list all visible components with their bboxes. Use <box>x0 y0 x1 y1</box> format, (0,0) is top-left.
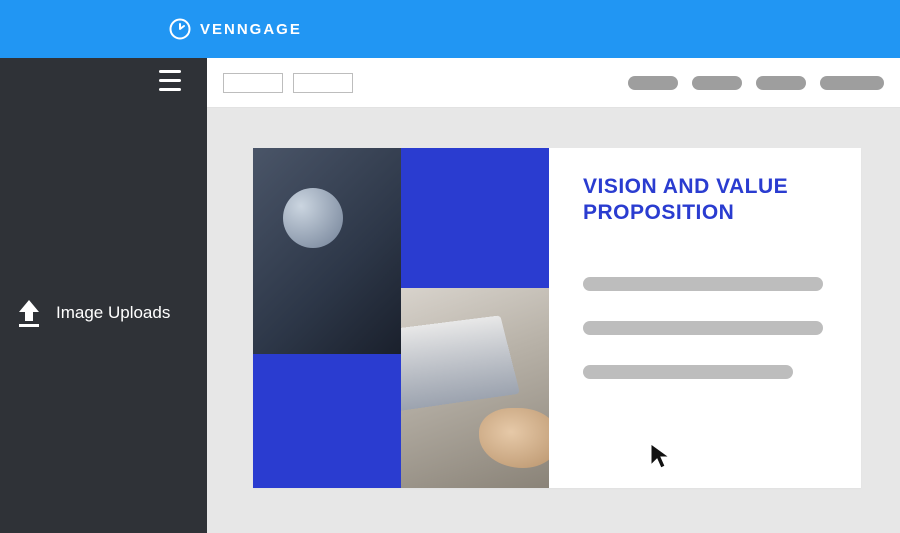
slide-image-top-left[interactable] <box>253 148 401 354</box>
brand-name: VENNGAGE <box>200 21 302 38</box>
slide-image-bottom-right[interactable] <box>401 288 549 488</box>
toolbar-action-3[interactable] <box>820 76 884 90</box>
sidebar-item-image-uploads[interactable]: Image Uploads <box>16 298 170 328</box>
slide[interactable]: VISION AND VALUE PROPOSITION <box>253 148 861 488</box>
sidebar-item-label: Image Uploads <box>56 303 170 323</box>
canvas[interactable]: VISION AND VALUE PROPOSITION <box>207 108 900 533</box>
slide-body-line-2 <box>583 365 793 379</box>
editor-toolbar <box>207 58 900 108</box>
cursor-icon <box>649 442 671 470</box>
image-grid <box>253 148 549 488</box>
app-root: VENNGAGE Image Uploads <box>0 0 900 533</box>
toolbar-dropdown-0[interactable] <box>223 73 283 93</box>
slide-block-top-right[interactable] <box>401 148 549 288</box>
slide-text-area: VISION AND VALUE PROPOSITION <box>583 174 833 379</box>
hamburger-menu-icon[interactable] <box>159 65 189 95</box>
toolbar-dropdown-1[interactable] <box>293 73 353 93</box>
clock-icon <box>168 17 192 41</box>
toolbar-action-0[interactable] <box>628 76 678 90</box>
slide-block-bottom-left[interactable] <box>253 354 401 488</box>
slide-body-line-1 <box>583 321 823 335</box>
slide-body-placeholder[interactable] <box>583 277 833 379</box>
main-area: VISION AND VALUE PROPOSITION <box>207 58 900 533</box>
upload-icon <box>16 298 42 328</box>
app-body: Image Uploads VISION AND VA <box>0 58 900 533</box>
top-bar: VENNGAGE <box>0 0 900 58</box>
slide-title[interactable]: VISION AND VALUE PROPOSITION <box>583 174 833 227</box>
brand-logo[interactable]: VENNGAGE <box>168 17 302 41</box>
toolbar-action-2[interactable] <box>756 76 806 90</box>
slide-body-line-0 <box>583 277 823 291</box>
sidebar: Image Uploads <box>0 58 207 533</box>
toolbar-action-1[interactable] <box>692 76 742 90</box>
